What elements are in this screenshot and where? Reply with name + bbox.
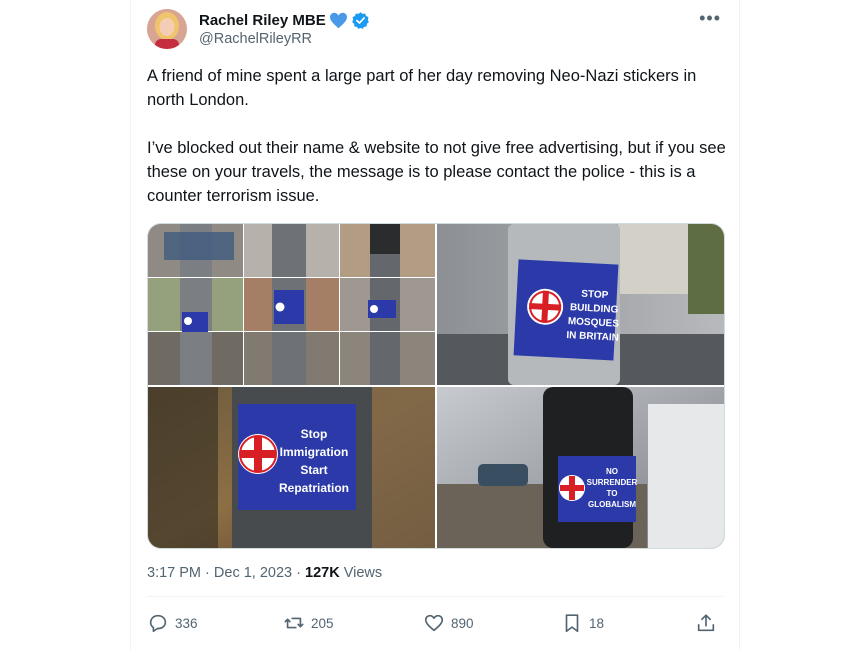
share-icon bbox=[697, 614, 715, 632]
media-photos: STOP BUILDING MOSQUES IN BRITAIN Stop Im… bbox=[148, 224, 724, 548]
photo-stop-immigration[interactable]: Stop Immigration Start Repatriation bbox=[148, 387, 435, 548]
bookmark-count: 18 bbox=[589, 615, 605, 631]
sticker-c-line-4: Repatriation bbox=[279, 481, 349, 495]
reply-icon bbox=[149, 614, 167, 633]
repost-icon bbox=[284, 617, 304, 629]
tweet-paragraph-1: A friend of mine spent a large part of h… bbox=[147, 67, 697, 109]
media-grid[interactable]: STOP BUILDING MOSQUES IN BRITAIN Stop Im… bbox=[147, 223, 725, 549]
author-name[interactable]: Rachel Riley MBE bbox=[199, 12, 326, 29]
views-count: 127K bbox=[305, 565, 340, 581]
like-button[interactable]: 890 bbox=[423, 612, 474, 634]
share-button[interactable] bbox=[695, 612, 717, 634]
reply-button[interactable]: 336 bbox=[147, 612, 198, 634]
bookmark-icon bbox=[565, 614, 579, 633]
author-handle[interactable]: @RachelRileyRR bbox=[199, 31, 312, 47]
background-left bbox=[0, 0, 130, 650]
sticker-c-line-1: Stop bbox=[301, 427, 328, 441]
bookmark-button[interactable]: 18 bbox=[561, 612, 604, 634]
tweet-paragraph-2: I’ve blocked out their name & website to… bbox=[147, 139, 726, 205]
like-icon bbox=[424, 614, 444, 632]
sticker-c-line-2: Immigration bbox=[280, 445, 349, 459]
sticker-d-line-1: NO bbox=[606, 467, 618, 476]
meta-separator: · bbox=[205, 565, 210, 581]
avatar[interactable] bbox=[147, 9, 187, 49]
sticker-d-line-4: GLOBALISM bbox=[588, 500, 636, 509]
reply-count: 336 bbox=[175, 615, 198, 631]
tweet-text: A friend of mine spent a large part of h… bbox=[147, 64, 732, 208]
sticker-d-line-2: SURRENDER bbox=[587, 478, 638, 487]
like-count: 890 bbox=[451, 615, 474, 631]
more-icon[interactable]: ••• bbox=[699, 8, 721, 29]
repost-count: 205 bbox=[311, 615, 334, 631]
views-label: Views bbox=[343, 565, 383, 581]
sticker-d-line-3: TO bbox=[607, 489, 618, 498]
repost-button[interactable]: 205 bbox=[283, 612, 334, 634]
divider bbox=[147, 596, 723, 597]
verified-badge-icon[interactable] bbox=[351, 11, 370, 30]
photo-stop-building-mosques[interactable]: STOP BUILDING MOSQUES IN BRITAIN bbox=[437, 224, 724, 385]
avatar-image bbox=[147, 9, 187, 49]
action-bar: 336 205 890 18 bbox=[147, 612, 723, 640]
tweet-card: Rachel Riley MBE @RachelRileyRR ••• A fr… bbox=[130, 0, 740, 650]
photo-collage[interactable] bbox=[148, 224, 435, 385]
photo-no-surrender[interactable]: NO SURRENDER TO GLOBALISM bbox=[437, 387, 724, 548]
sticker-c-line-3: Start bbox=[300, 463, 327, 477]
tweet-meta: 3:17 PM · Dec 1, 2023 · 127K Views bbox=[147, 565, 382, 581]
tweet-time[interactable]: 3:17 PM bbox=[147, 565, 201, 581]
meta-separator: · bbox=[296, 565, 301, 581]
blue-heart-icon bbox=[329, 12, 347, 29]
sticker-b-line-1: STOP bbox=[581, 289, 609, 301]
author-name-line: Rachel Riley MBE bbox=[199, 11, 370, 30]
tweet-date[interactable]: Dec 1, 2023 bbox=[214, 565, 292, 581]
